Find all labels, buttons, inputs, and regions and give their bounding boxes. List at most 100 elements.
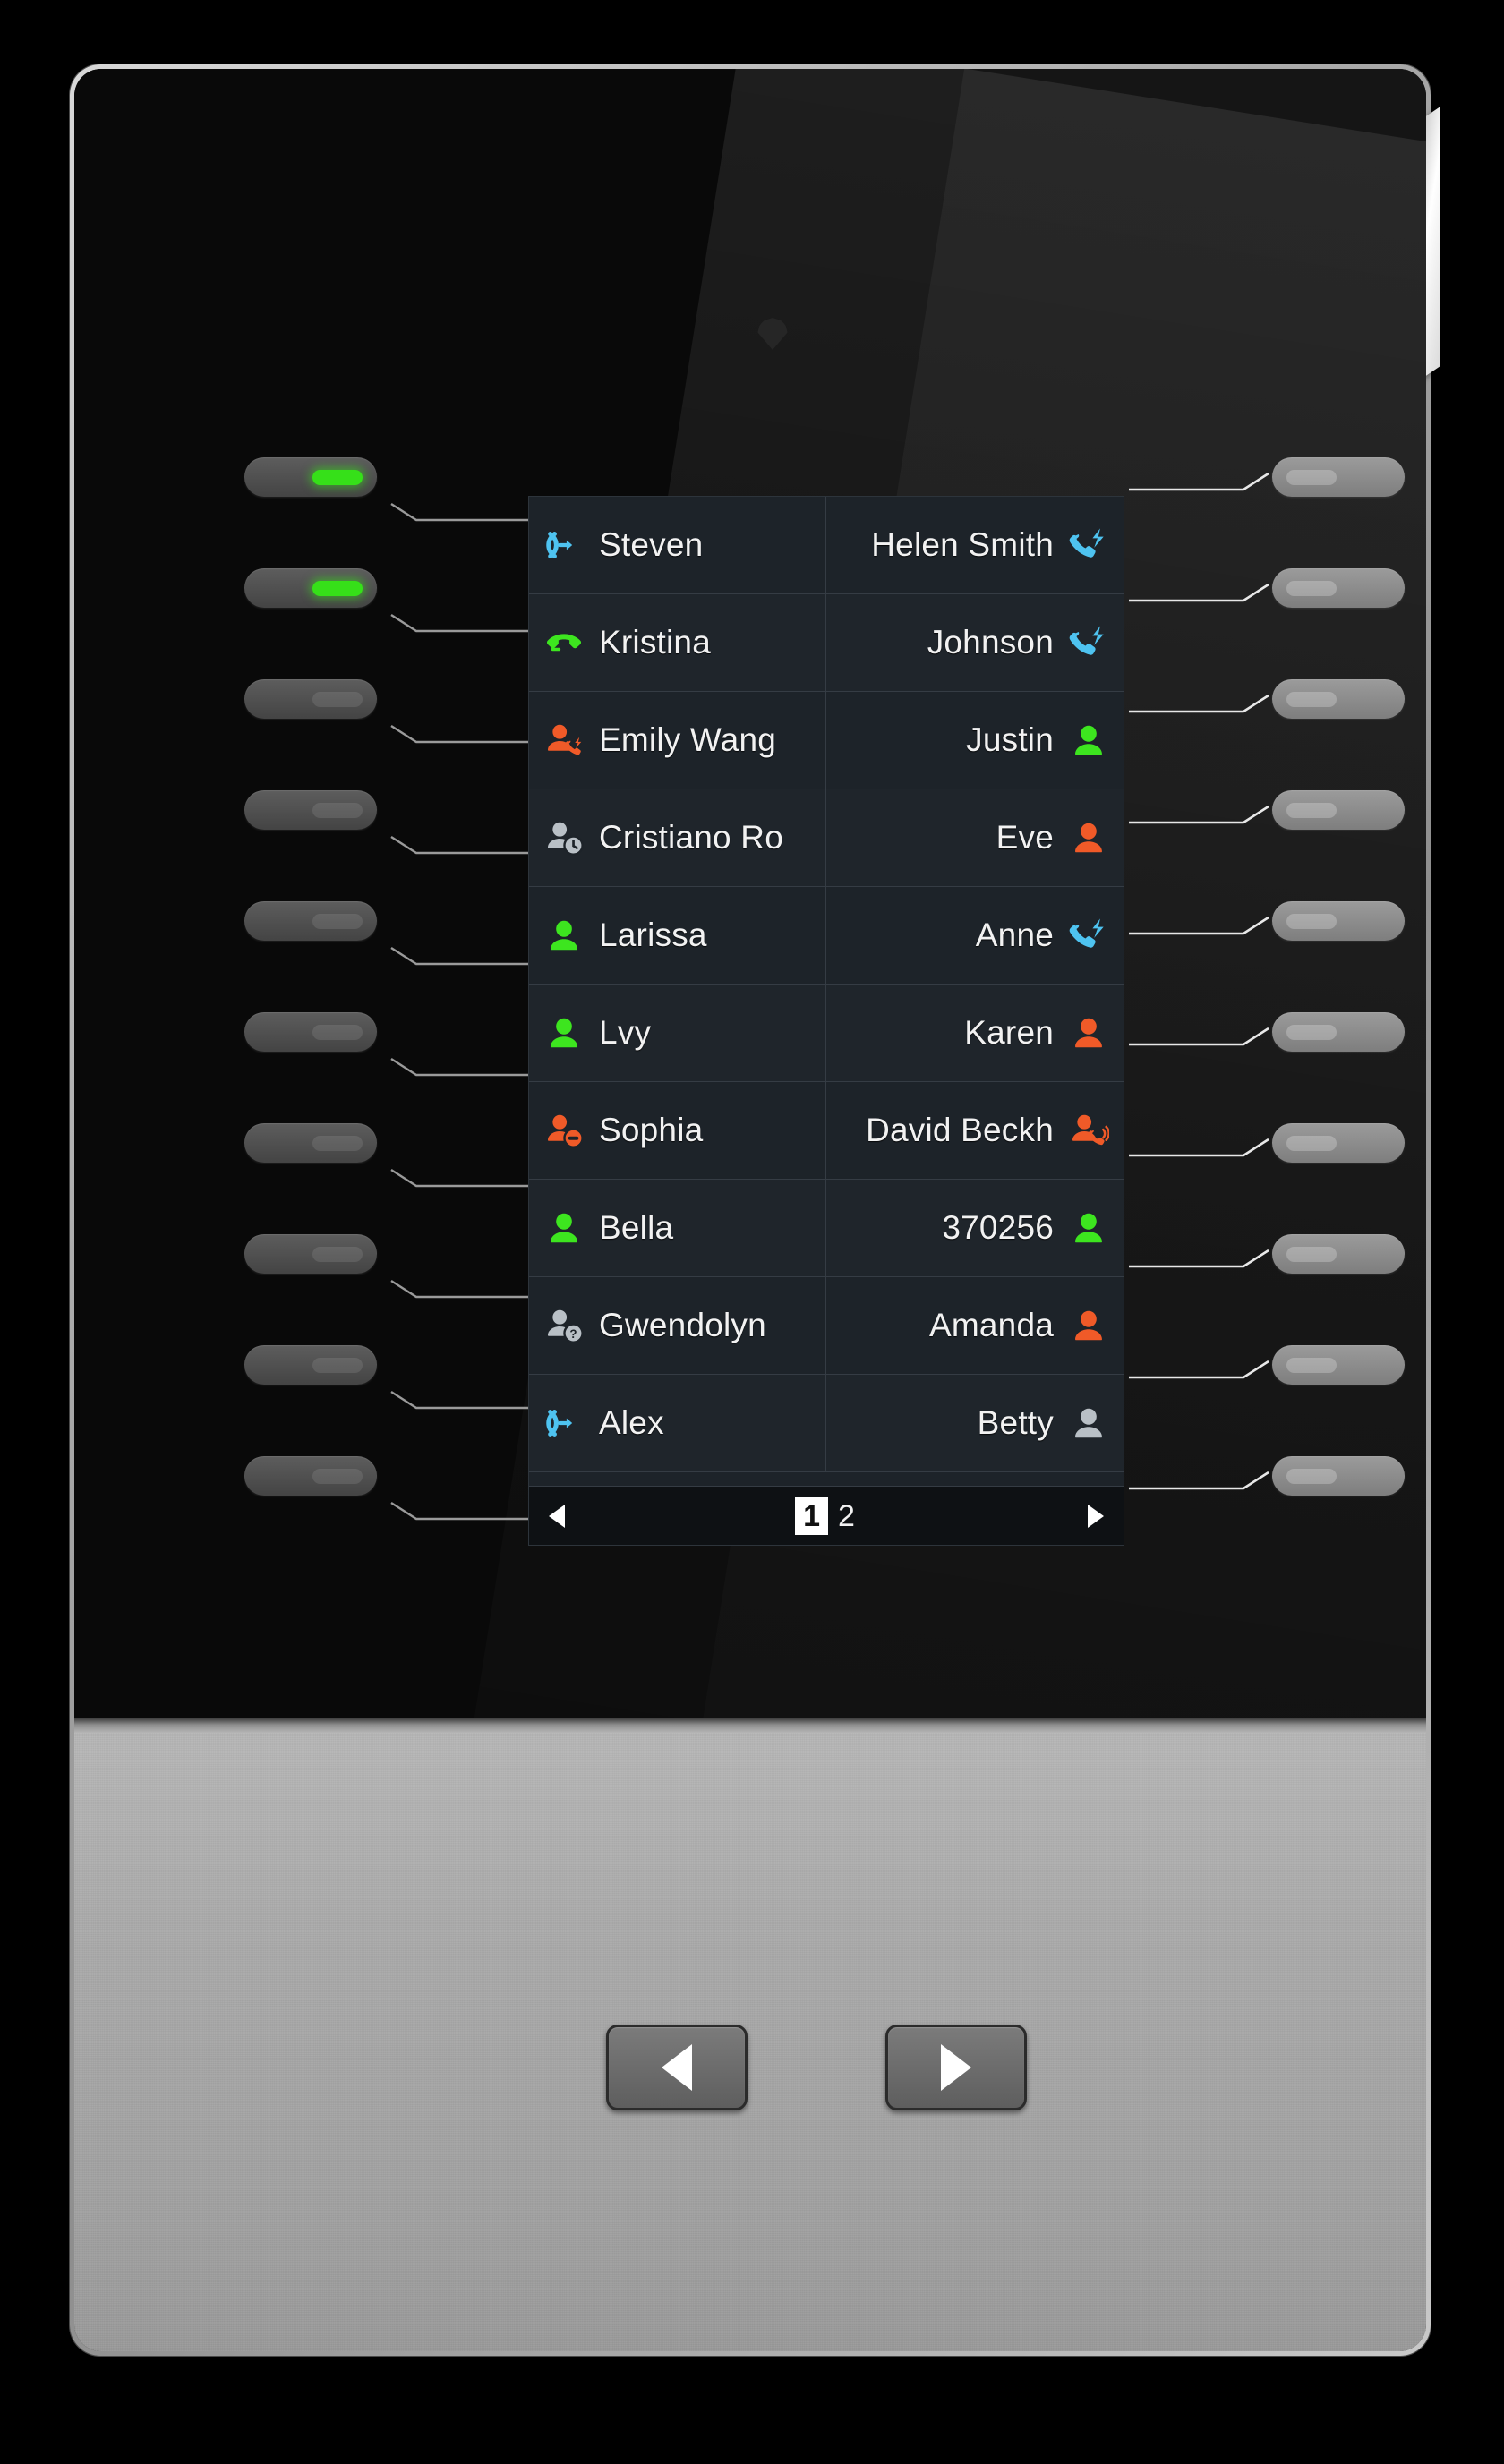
left-line-key-8[interactable] (244, 1234, 377, 1274)
contact-cell-right[interactable]: Amanda (826, 1277, 1124, 1374)
left-line-key-10[interactable] (244, 1456, 377, 1496)
contact-cell-right[interactable]: Justin (826, 692, 1124, 789)
right-key-connector-2 (1127, 583, 1270, 604)
right-line-key-5[interactable] (1272, 901, 1405, 941)
led-indicator (312, 1246, 363, 1262)
left-key-connector-3 (389, 724, 533, 746)
left-line-key-2[interactable] (244, 568, 377, 608)
handset-ring-blue-icon (1068, 524, 1109, 566)
right-line-key-8[interactable] (1272, 1234, 1405, 1274)
contact-label: Larissa (599, 917, 707, 953)
left-line-key-6[interactable] (244, 1012, 377, 1052)
contact-cell-right[interactable]: Anne (826, 887, 1124, 984)
contact-label: Sophia (599, 1112, 704, 1148)
svg-text:?: ? (569, 1327, 577, 1341)
contact-cell-left[interactable]: Bella (529, 1180, 826, 1276)
user-green-icon (543, 915, 585, 956)
contact-row: Kristina Johnson (529, 594, 1124, 692)
contact-cell-right[interactable]: Betty (826, 1375, 1124, 1471)
contact-cell-left[interactable]: Emily Wang (529, 692, 826, 789)
left-line-key-1[interactable] (244, 457, 377, 497)
user-green-icon (1068, 720, 1109, 761)
contact-cell-left[interactable]: Kristina (529, 594, 826, 691)
contact-cell-right[interactable]: Johnson (826, 594, 1124, 691)
led-indicator (1286, 580, 1337, 596)
contact-cell-left[interactable]: Cristiano Ro (529, 789, 826, 886)
contact-label: Anne (975, 917, 1054, 953)
contact-label: Gwendolyn (599, 1307, 766, 1343)
led-indicator (312, 802, 363, 818)
user-orange-icon (1068, 817, 1109, 858)
contact-cell-right[interactable]: Karen (826, 985, 1124, 1081)
right-key-connector-9 (1127, 1360, 1270, 1381)
left-line-key-3[interactable] (244, 679, 377, 719)
page-left-button[interactable] (606, 2025, 748, 2110)
contact-row: Cristiano Ro Eve (529, 789, 1124, 887)
left-key-connector-8 (389, 1279, 533, 1300)
contact-list: Steven Helen Smith Kristina Johnson Emily Wa… (529, 497, 1124, 1472)
right-key-connector-5 (1127, 916, 1270, 937)
arrow-right-icon (941, 2044, 971, 2091)
left-key-connector-10 (389, 1501, 533, 1522)
user-green-icon (1068, 1207, 1109, 1249)
right-line-key-2[interactable] (1272, 568, 1405, 608)
led-indicator (1286, 802, 1337, 818)
contact-cell-right[interactable]: Helen Smith (826, 497, 1124, 593)
contact-label: Emily Wang (599, 721, 777, 758)
right-line-key-9[interactable] (1272, 1345, 1405, 1385)
left-line-key-4[interactable] (244, 790, 377, 830)
left-key-connector-6 (389, 1057, 533, 1079)
left-key-connector-5 (389, 946, 533, 968)
contact-cell-right[interactable]: Eve (826, 789, 1124, 886)
prev-page-arrow-icon[interactable] (549, 1504, 565, 1528)
right-line-key-3[interactable] (1272, 679, 1405, 719)
contact-row: ? Gwendolyn Amanda (529, 1277, 1124, 1375)
contact-cell-left[interactable]: Lvy (529, 985, 826, 1081)
right-line-key-6[interactable] (1272, 1012, 1405, 1052)
led-indicator (1286, 1024, 1337, 1040)
contact-cell-left[interactable]: Sophia (529, 1082, 826, 1179)
call-transfer-blue-icon (543, 1403, 585, 1444)
right-key-connector-4 (1127, 805, 1270, 826)
user-unknown-gray-icon: ? (543, 1305, 585, 1346)
right-key-connector-8 (1127, 1249, 1270, 1270)
left-line-key-7[interactable] (244, 1123, 377, 1163)
glass-panel: Steven Helen Smith Kristina Johnson Emily Wa… (74, 69, 1426, 1718)
led-indicator (1286, 1468, 1337, 1484)
led-indicator (1286, 1357, 1337, 1373)
right-line-key-4[interactable] (1272, 790, 1405, 830)
contact-cell-left[interactable]: Larissa (529, 887, 826, 984)
contact-label: Cristiano Ro (599, 819, 783, 856)
right-key-connector-1 (1127, 472, 1270, 493)
led-indicator (312, 1357, 363, 1373)
right-key-connector-6 (1127, 1027, 1270, 1048)
user-green-icon (543, 1012, 585, 1053)
page-number[interactable]: 2 (835, 1499, 858, 1533)
right-line-key-10[interactable] (1272, 1456, 1405, 1496)
contact-cell-left[interactable]: Steven (529, 497, 826, 593)
call-transfer-blue-icon (543, 524, 585, 566)
contact-cell-right[interactable]: David Beckh (826, 1082, 1124, 1179)
left-line-key-5[interactable] (244, 901, 377, 941)
user-dnd-orange-icon (543, 1110, 585, 1151)
page-right-button[interactable] (885, 2025, 1027, 2110)
led-indicator (312, 1468, 363, 1484)
left-line-key-9[interactable] (244, 1345, 377, 1385)
user-orange-icon (1068, 1305, 1109, 1346)
handset-ring-blue-icon (1068, 622, 1109, 663)
handset-hold-green-icon (543, 622, 585, 663)
contact-cell-left[interactable]: ? Gwendolyn (529, 1277, 826, 1374)
contact-row: Lvy Karen (529, 985, 1124, 1082)
arrow-left-icon (662, 2044, 692, 2091)
right-line-key-7[interactable] (1272, 1123, 1405, 1163)
right-key-connector-10 (1127, 1471, 1270, 1492)
right-key-connector-3 (1127, 694, 1270, 715)
next-page-arrow-icon[interactable] (1088, 1504, 1104, 1528)
contact-label: Lvy (599, 1014, 652, 1051)
page-number[interactable]: 1 (795, 1496, 828, 1535)
right-line-key-1[interactable] (1272, 457, 1405, 497)
left-key-connector-4 (389, 835, 533, 857)
left-key-connector-2 (389, 613, 533, 635)
contact-cell-left[interactable]: Alex (529, 1375, 826, 1471)
contact-cell-right[interactable]: 370256 (826, 1180, 1124, 1276)
